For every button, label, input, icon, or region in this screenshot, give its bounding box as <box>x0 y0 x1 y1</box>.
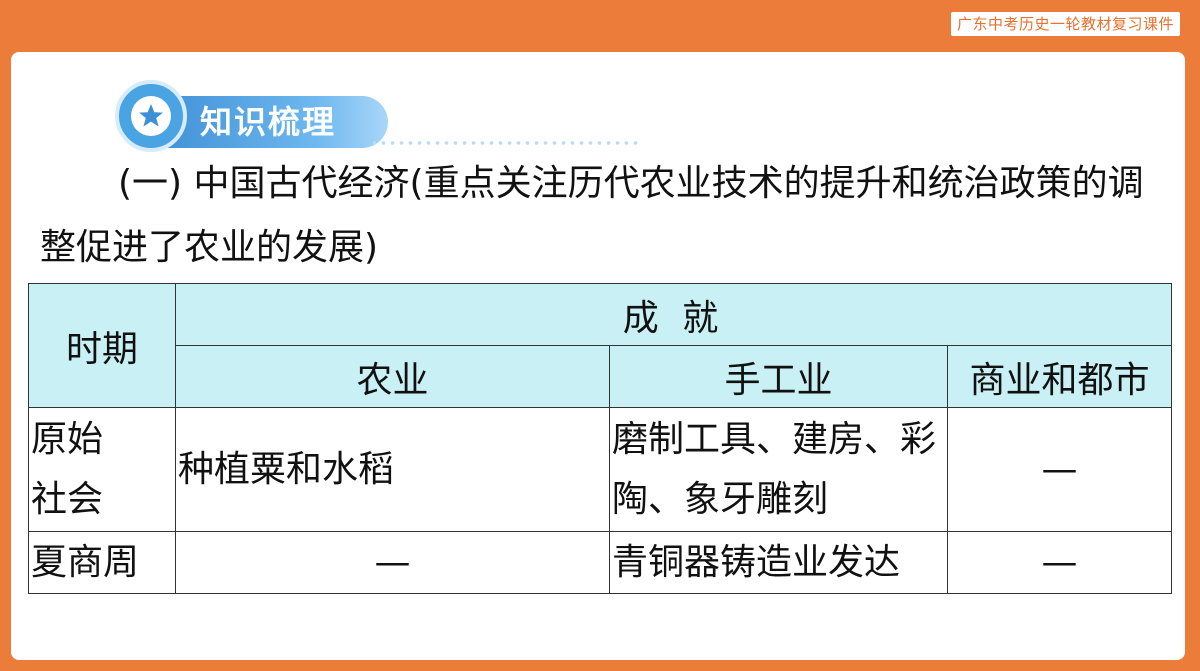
header-achievements: 成 就 <box>174 283 1173 346</box>
decorative-dots <box>370 140 640 146</box>
header-period: 时期 <box>28 283 176 408</box>
table-row: 原始社会 种植粟和水稻 磨制工具、建房、彩陶、象牙雕刻 — <box>28 407 1173 532</box>
cell-agriculture: 种植粟和水稻 <box>175 407 610 532</box>
cell-handicraft: 磨制工具、建房、彩陶、象牙雕刻 <box>609 407 948 532</box>
cell-agriculture: — <box>175 531 610 594</box>
cell-commerce: — <box>946 407 1173 532</box>
course-tag: 广东中考历史一轮教材复习课件 <box>950 12 1180 36</box>
cell-handicraft: 青铜器铸造业发达 <box>609 531 948 594</box>
cell-commerce: — <box>946 531 1173 594</box>
cell-period: 夏商周 <box>28 531 176 594</box>
table-row: 夏商周 — 青铜器铸造业发达 — <box>28 531 1173 594</box>
section-heading: (一) 中国古代经济(重点关注历代农业技术的提升和统治政策的调整促进了农业的发展… <box>40 163 1144 268</box>
cell-period: 原始社会 <box>28 407 176 532</box>
header-handicraft: 手工业 <box>609 345 948 408</box>
star-icon <box>131 96 171 136</box>
header-commerce: 商业和都市 <box>946 345 1173 408</box>
section-badge <box>115 80 187 152</box>
header-agriculture: 农业 <box>175 345 610 408</box>
achievements-table: 时期 成 就 农业 手工业 商业和都市 原始社会 种植粟和水稻 磨制工具、建房、… <box>28 283 1173 594</box>
section-title: 知识梳理 <box>200 103 337 141</box>
